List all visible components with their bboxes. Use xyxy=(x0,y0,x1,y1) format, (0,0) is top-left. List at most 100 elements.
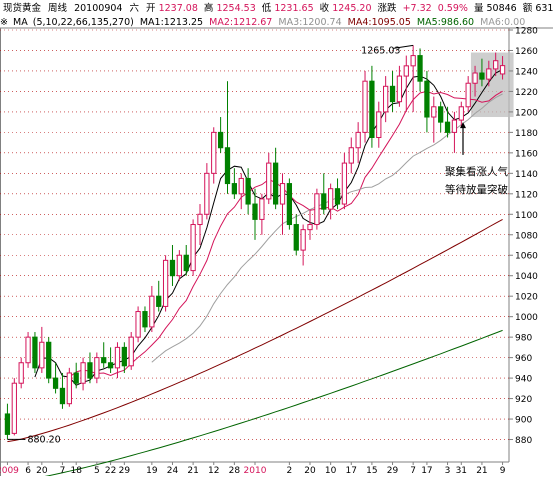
y-tick-label: 960 xyxy=(515,354,532,364)
x-tick-label: 31 xyxy=(456,466,467,476)
x-tick-label: 6 xyxy=(25,466,31,476)
change-value: +7.32 xyxy=(403,3,432,14)
candle-body-down xyxy=(286,183,293,226)
chart-window: 现货黄金 周线 20100904 六 开 1237.08 高 1254.53 低… xyxy=(0,0,553,480)
candle-body-up xyxy=(238,177,244,195)
candle[interactable] xyxy=(25,332,31,368)
y-tick-label: 1080 xyxy=(515,231,538,241)
candle-body-down xyxy=(107,362,114,369)
candle-body-up xyxy=(94,357,100,379)
candle-body-down xyxy=(217,131,224,149)
highlight-layer xyxy=(470,52,514,118)
candle-body-down xyxy=(245,177,251,205)
candle-body-up xyxy=(80,362,86,384)
candle-body-up xyxy=(307,224,313,231)
close-value: 1245.20 xyxy=(332,3,371,14)
ma3-legend: MA3:1200.74 xyxy=(278,17,341,28)
candle-body-up xyxy=(259,198,265,220)
candle-body-up xyxy=(266,162,272,200)
ma2-legend: MA2:1212.67 xyxy=(209,17,272,28)
x-tick-label: 22 xyxy=(105,466,116,476)
candle[interactable] xyxy=(32,332,38,373)
x-tick-label: 9 xyxy=(500,466,506,476)
date-value: 20100904 xyxy=(74,3,122,14)
y-tick-label: 980 xyxy=(515,334,532,344)
candle-body-up xyxy=(190,224,196,272)
candle-body-up xyxy=(403,65,409,77)
weekday-value: 六 xyxy=(129,2,139,14)
candle-body-down xyxy=(231,183,238,195)
candle-body-down xyxy=(73,372,79,384)
x-tick-label: 2 xyxy=(287,466,293,476)
y-tick-label: 1280 xyxy=(515,27,538,37)
x-tick-label: 5 xyxy=(94,466,100,476)
candle-body-down xyxy=(32,336,38,369)
ma-legend-bar: ※ MA (5,10,22,66,135,270) MA1:1213.25 MA… xyxy=(0,17,525,28)
note-line-2: 等待放量突破 xyxy=(445,183,508,196)
header-info-bar: 现货黄金 周线 20100904 六 开 1237.08 高 1254.53 低… xyxy=(3,2,553,14)
ma4-legend: MA4:1095.05 xyxy=(348,17,411,28)
candle-body-up xyxy=(128,336,134,367)
x-tick-label: 20 xyxy=(304,466,316,476)
candle-body-up xyxy=(499,65,506,75)
candle-body-up xyxy=(410,55,416,67)
candle-body-up xyxy=(204,172,210,215)
candle[interactable] xyxy=(286,178,293,230)
candle[interactable] xyxy=(46,337,52,384)
candle[interactable] xyxy=(128,332,134,370)
y-tick-label: 1020 xyxy=(515,293,538,303)
candle-body-up xyxy=(18,362,24,384)
candle-body-up xyxy=(114,346,121,369)
instrument-name: 现货黄金 xyxy=(3,2,42,14)
candle[interactable] xyxy=(162,255,169,312)
candle-body-up xyxy=(300,229,306,251)
candle[interactable] xyxy=(362,70,368,143)
y-tick-label: 1160 xyxy=(515,149,538,159)
candlestick-chart[interactable]: 现货黄金 周线 20100904 六 开 1237.08 高 1254.53 低… xyxy=(0,0,553,480)
candle-body-up xyxy=(341,162,348,205)
x-tick-label: 19 xyxy=(146,466,158,476)
y-tick-label: 1180 xyxy=(515,129,538,139)
candle-body-up xyxy=(176,254,182,277)
candle-body-down xyxy=(52,377,59,389)
y-tick-label: 1060 xyxy=(515,252,538,262)
y-tick-label: 880 xyxy=(515,436,532,446)
y-tick-label: 940 xyxy=(515,375,532,385)
y-tick-label: 1040 xyxy=(515,272,538,282)
candle[interactable] xyxy=(66,367,72,407)
candle-body-down xyxy=(417,55,423,82)
candle-body-down xyxy=(444,121,451,133)
ma-params: (5,10,22,66,135,270) xyxy=(33,17,134,28)
candle-body-down xyxy=(389,85,396,103)
candle-body-up xyxy=(376,111,382,138)
x-tick-label: 3 xyxy=(445,466,451,476)
open-value: 1237.08 xyxy=(159,3,198,14)
y-tick-label: 1100 xyxy=(515,211,538,221)
candle-body-up xyxy=(135,311,141,338)
y-tick-label: 1240 xyxy=(515,67,538,77)
x-tick-label: 18 xyxy=(70,466,82,476)
change-pct-value: 0.59% xyxy=(438,3,468,14)
candle-body-down xyxy=(121,346,127,367)
ma5-legend: MA5:986.60 xyxy=(417,17,474,28)
x-tick-label: 12 xyxy=(208,466,219,476)
candle[interactable] xyxy=(135,306,141,343)
candle[interactable] xyxy=(11,378,17,436)
candle-body-up xyxy=(348,147,354,164)
candle-body-down xyxy=(293,224,299,251)
candle-body-up xyxy=(396,75,403,103)
y-tick-label: 1220 xyxy=(515,88,538,98)
candle-body-down xyxy=(334,188,341,205)
candle-body-up xyxy=(465,82,471,108)
x-tick-label: 24 xyxy=(167,466,179,476)
candle-body-down xyxy=(424,80,430,118)
x-tick-label: 21 xyxy=(187,466,198,476)
candle-body-down xyxy=(156,295,162,307)
candle[interactable] xyxy=(314,188,320,230)
candle-body-up xyxy=(149,295,155,328)
x-tick-label: 21 xyxy=(476,466,487,476)
candle-body-down xyxy=(369,80,375,138)
candle[interactable] xyxy=(190,219,196,276)
candle-body-up xyxy=(431,106,437,118)
candle-body-up xyxy=(486,68,492,80)
